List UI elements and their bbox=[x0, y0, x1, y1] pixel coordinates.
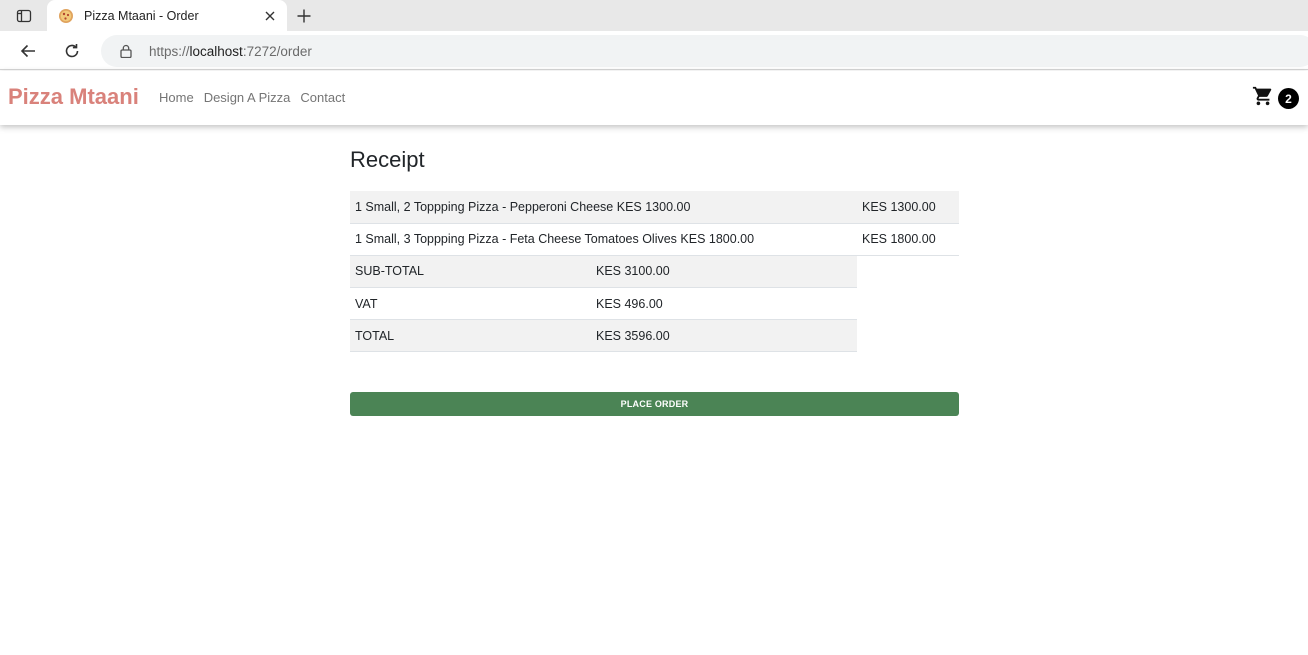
shopping-cart-icon[interactable] bbox=[1252, 85, 1274, 112]
browser-tab-active[interactable]: Pizza Mtaani - Order bbox=[47, 0, 287, 31]
vat-label: VAT bbox=[350, 287, 591, 320]
receipt-section: Receipt 1 Small, 2 Toppping Pizza - Pepp… bbox=[350, 147, 959, 416]
lock-icon[interactable] bbox=[119, 43, 133, 59]
browser-tabstrip: Pizza Mtaani - Order bbox=[0, 0, 1308, 31]
back-arrow-icon[interactable] bbox=[17, 40, 39, 62]
item-price: KES 1300.00 bbox=[857, 191, 959, 224]
subtotal-value: KES 3100.00 bbox=[591, 255, 857, 288]
pizza-favicon-icon bbox=[58, 8, 74, 24]
item-description: 1 Small, 3 Toppping Pizza - Feta Cheese … bbox=[350, 223, 857, 256]
subtotal-label: SUB-TOTAL bbox=[350, 255, 591, 288]
table-row: 1 Small, 3 Toppping Pizza - Feta Cheese … bbox=[350, 223, 959, 256]
receipt-items-table: 1 Small, 2 Toppping Pizza - Pepperoni Ch… bbox=[350, 191, 959, 256]
receipt-totals-table: SUB-TOTAL KES 3100.00 VAT KES 496.00 TOT… bbox=[350, 255, 857, 352]
reload-icon[interactable] bbox=[61, 40, 83, 62]
page-title: Receipt bbox=[350, 147, 425, 172]
table-row: VAT KES 496.00 bbox=[350, 287, 857, 320]
browser-toolbar: https://localhost:7272/order bbox=[0, 31, 1308, 70]
tab-title: Pizza Mtaani - Order bbox=[84, 8, 199, 23]
table-row: 1 Small, 2 Toppping Pizza - Pepperoni Ch… bbox=[350, 191, 959, 224]
new-tab-icon[interactable] bbox=[294, 6, 314, 26]
brand-logo-link[interactable]: Pizza Mtaani bbox=[8, 84, 139, 110]
item-description: 1 Small, 2 Toppping Pizza - Pepperoni Ch… bbox=[350, 191, 857, 224]
nav-link-design-a-pizza[interactable]: Design A Pizza bbox=[204, 90, 291, 105]
cart-button[interactable]: 2 bbox=[1252, 85, 1299, 112]
nav-link-contact[interactable]: Contact bbox=[300, 90, 345, 105]
url-scheme: https:// bbox=[149, 43, 190, 59]
tab-actions-icon[interactable] bbox=[8, 6, 40, 26]
url-path: :7272/order bbox=[242, 43, 312, 59]
place-order-button[interactable]: PLACE ORDER bbox=[350, 392, 959, 416]
url-text: https://localhost:7272/order bbox=[149, 44, 312, 59]
close-tab-icon[interactable] bbox=[262, 8, 278, 24]
total-label: TOTAL bbox=[350, 319, 591, 352]
table-row: TOTAL KES 3596.00 bbox=[350, 319, 857, 352]
item-price: KES 1800.00 bbox=[857, 223, 959, 256]
nav-links: Home Design A Pizza Contact bbox=[159, 90, 345, 105]
address-bar[interactable]: https://localhost:7272/order bbox=[101, 35, 1308, 67]
total-value: KES 3596.00 bbox=[591, 319, 857, 352]
vat-value: KES 496.00 bbox=[591, 287, 857, 320]
nav-link-home[interactable]: Home bbox=[159, 90, 194, 105]
cart-count-badge: 2 bbox=[1278, 88, 1299, 109]
url-host: localhost bbox=[189, 43, 243, 59]
table-row: SUB-TOTAL KES 3100.00 bbox=[350, 255, 857, 288]
site-navbar: Pizza Mtaani Home Design A Pizza Contact… bbox=[0, 71, 1308, 125]
